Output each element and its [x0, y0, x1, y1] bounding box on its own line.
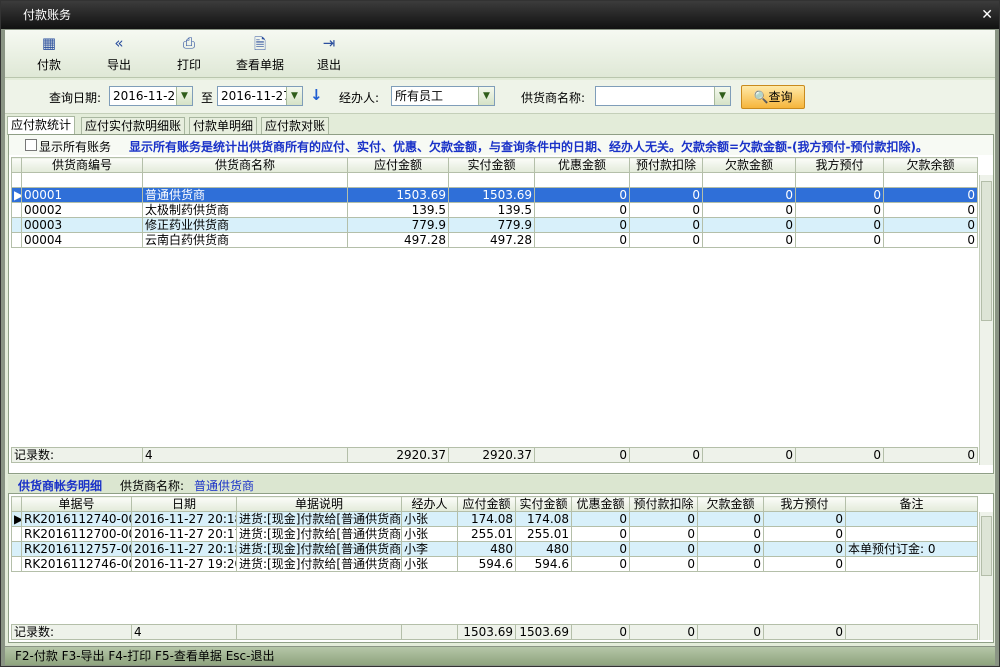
column-header[interactable]: 日期 [131, 496, 237, 512]
calendar-icon: ▦ [41, 34, 57, 52]
summary-panel: 显示所有账务 显示所有账务是统计出供货商所有的应付、实付、优惠、欠款金额，与查询… [8, 134, 994, 474]
summary-scrollbar[interactable] [979, 175, 993, 465]
table-row[interactable]: RK2016112746-0001 2016-11-27 19:20: 进货:[… [11, 556, 978, 572]
view-doc-button[interactable]: 🗎 查看单据 [229, 34, 291, 73]
column-header[interactable]: 欠款金额 [697, 496, 764, 512]
detail-scrollbar[interactable] [979, 512, 993, 640]
exit-door-icon: ⇥ [322, 34, 336, 52]
column-header[interactable]: 欠款余额 [883, 157, 978, 173]
detail-footer-table: 记录数: 4 1503.69 1503.69 0 0 0 0 [11, 624, 978, 640]
table-row[interactable]: RK2016112757-0002 2016-11-27 20:18: 进货:[… [11, 541, 978, 557]
handler-select[interactable]: 所有员工 ▼ [391, 86, 495, 106]
detail-panel: 单据号 日期 单据说明 经办人 应付金额 实付金额 优惠金额 预付款扣除 欠款金… [8, 493, 994, 643]
summary-table: 供货商编号 供货商名称 应付金额 实付金额 优惠金额 预付款扣除 欠款金额 我方… [11, 157, 978, 248]
search-button[interactable]: 🔍查询 [741, 85, 805, 109]
column-header[interactable]: 供货商编号 [21, 157, 143, 173]
print-button[interactable]: ⎙ 打印 [159, 34, 219, 73]
detail-title: 供货商帐务明细 [18, 479, 103, 493]
date-to-picker[interactable]: 2016-11-27 ▼ [217, 86, 303, 106]
client-area: ▦ 付款 « 导出 ⎙ 打印 🗎 查看单据 ⇥ 退出 查询日期: 2016-11… [5, 30, 995, 646]
column-header[interactable]: 预付款扣除 [629, 496, 698, 512]
detail-table: 单据号 日期 单据说明 经办人 应付金额 实付金额 优惠金额 预付款扣除 欠款金… [11, 496, 978, 572]
tab-payable-ledger[interactable]: 应付实付款明细账 [81, 117, 186, 134]
summary-header-row: 供货商编号 供货商名称 应付金额 实付金额 优惠金额 预付款扣除 欠款金额 我方… [11, 157, 978, 173]
column-header[interactable]: 供货商名称 [142, 157, 348, 173]
tab-payment-details[interactable]: 付款单明细 [189, 117, 258, 134]
summary-total-row: 记录数: 4 2920.37 2920.37 0 0 0 0 0 [11, 447, 978, 463]
column-header[interactable]: 我方预付 [795, 157, 884, 173]
column-header[interactable]: 优惠金额 [571, 496, 630, 512]
chevron-down-icon[interactable]: ▼ [478, 87, 494, 105]
show-all-label: 显示所有账务 [39, 140, 112, 154]
table-row[interactable]: ▶ RK2016112740-0004 2016-11-27 20:18: 进货… [11, 511, 978, 527]
supplier-label: 供货商名称: [521, 91, 586, 105]
status-bar: F2-付款 F3-导出 F4-打印 F5-查看单据 Esc-退出 [5, 647, 995, 665]
date-from-picker[interactable]: 2016-11-27 ▼ [109, 86, 193, 106]
show-all-checkbox[interactable] [25, 139, 37, 151]
row-indicator-icon: ▶ [11, 187, 22, 203]
document-search-icon: 🗎 [253, 35, 267, 53]
detail-header-row: 单据号 日期 单据说明 经办人 应付金额 实付金额 优惠金额 预付款扣除 欠款金… [11, 496, 978, 512]
summary-note: 显示所有账务是统计出供货商所有的应付、实付、优惠、欠款金额，与查询条件中的日期、… [129, 140, 928, 154]
column-header[interactable]: 单据说明 [236, 496, 402, 512]
column-header[interactable]: 单据号 [21, 496, 132, 512]
column-header[interactable]: 欠款金额 [702, 157, 796, 173]
search-icon: 🔍 [753, 90, 769, 104]
to-label: 至 [201, 91, 214, 105]
handler-label: 经办人: [339, 91, 380, 105]
column-header[interactable]: 经办人 [401, 496, 458, 512]
column-header[interactable]: 应付金额 [347, 157, 449, 173]
chevron-down-icon[interactable]: ▼ [714, 87, 730, 105]
detail-header-bar: 供货商帐务明细 供货商名称: 普通供货商 [8, 475, 994, 493]
supplier-select[interactable]: ▼ [595, 86, 731, 106]
table-row[interactable]: 00002 太极制药供货商 139.5 139.5 0 0 0 0 0 [11, 202, 978, 218]
sort-down-arrow-icon[interactable]: ↓ [310, 86, 323, 104]
double-left-icon: « [114, 34, 124, 52]
column-header[interactable]: 应付金额 [457, 496, 516, 512]
window-title: 付款账务 [23, 8, 72, 22]
tab-bar: 应付款统计 应付实付款明细账 付款单明细 应付款对账 [5, 116, 995, 135]
exit-button[interactable]: ⇥ 退出 [299, 34, 359, 73]
detail-supplier-name: 普通供货商 [194, 479, 255, 493]
scrollbar-thumb[interactable] [981, 516, 992, 576]
column-header[interactable]: 预付款扣除 [629, 157, 703, 173]
table-row[interactable]: ▶ 00001 普通供货商 1503.69 1503.69 0 0 0 0 0 [11, 187, 978, 203]
pay-button[interactable]: ▦ 付款 [19, 34, 79, 73]
row-indicator-icon: ▶ [11, 511, 22, 527]
title-bar: 付款账务 ✕ [1, 1, 999, 29]
main-window: 付款账务 ✕ ▦ 付款 « 导出 ⎙ 打印 🗎 查看单据 ⇥ 退出 查询日期: … [0, 0, 1000, 667]
summary-footer-table: 记录数: 4 2920.37 2920.37 0 0 0 0 0 [11, 447, 978, 463]
scrollbar-thumb[interactable] [981, 181, 992, 321]
printer-icon: ⎙ [182, 34, 195, 52]
query-bar: 查询日期: 2016-11-27 ▼ 至 2016-11-27 ▼ ↓ 经办人:… [5, 80, 995, 114]
column-header[interactable]: 优惠金额 [534, 157, 630, 173]
detail-total-row: 记录数: 4 1503.69 1503.69 0 0 0 0 [11, 624, 978, 640]
date-label: 查询日期: [49, 91, 102, 105]
detail-supplier-label: 供货商名称: [120, 479, 185, 493]
summary-note-bar: 显示所有账务 显示所有账务是统计出供货商所有的应付、实付、优惠、欠款金额，与查询… [9, 135, 993, 155]
column-header[interactable]: 实付金额 [448, 157, 535, 173]
export-button[interactable]: « 导出 [89, 34, 149, 73]
tab-payable-stats[interactable]: 应付款统计 [7, 116, 76, 135]
close-icon[interactable]: ✕ [981, 1, 993, 29]
chevron-down-icon[interactable]: ▼ [176, 87, 192, 105]
column-header[interactable]: 实付金额 [515, 496, 572, 512]
tab-reconciliation[interactable]: 应付款对账 [261, 117, 330, 134]
chevron-down-icon[interactable]: ▼ [286, 87, 302, 105]
table-row[interactable]: 00003 修正药业供货商 779.9 779.9 0 0 0 0 0 [11, 217, 978, 233]
column-header[interactable]: 备注 [845, 496, 978, 512]
table-row[interactable]: RK2016112700-0003 2016-11-27 20:17: 进货:[… [11, 526, 978, 542]
summary-filter-row [11, 172, 978, 188]
toolbar: ▦ 付款 « 导出 ⎙ 打印 🗎 查看单据 ⇥ 退出 [5, 30, 995, 78]
table-row[interactable]: 00004 云南白药供货商 497.28 497.28 0 0 0 0 0 [11, 232, 978, 248]
column-header[interactable]: 我方预付 [763, 496, 846, 512]
